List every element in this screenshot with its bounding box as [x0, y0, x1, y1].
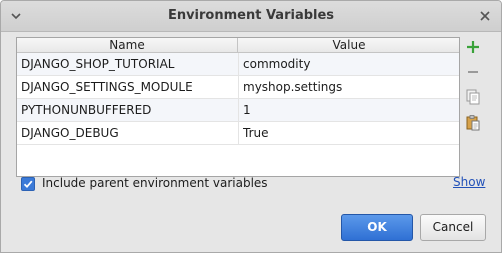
include-parent-checkbox[interactable]: [21, 177, 35, 191]
paste-button[interactable]: [464, 114, 482, 132]
row-value-cell[interactable]: True: [243, 122, 453, 144]
column-header-name[interactable]: Name: [17, 38, 238, 52]
copy-icon: [466, 89, 480, 105]
remove-icon: [468, 71, 478, 73]
env-vars-table[interactable]: Name Value DJANGO_SHOP_TUTORIAL commodit…: [16, 37, 460, 177]
checkmark-icon: [23, 180, 33, 189]
add-button[interactable]: [464, 38, 482, 56]
row-name-cell[interactable]: DJANGO_SETTINGS_MODULE: [21, 76, 235, 98]
cancel-button[interactable]: Cancel: [420, 214, 486, 241]
row-value-cell[interactable]: myshop.settings: [243, 76, 453, 98]
remove-button[interactable]: [464, 63, 482, 81]
table-header: Name Value: [17, 38, 459, 53]
row-value-cell[interactable]: commodity: [243, 53, 453, 75]
show-link[interactable]: Show: [453, 175, 485, 189]
paste-icon: [466, 115, 480, 131]
copy-button[interactable]: [464, 88, 482, 106]
row-name-cell[interactable]: DJANGO_SHOP_TUTORIAL: [21, 53, 235, 75]
add-icon: [467, 41, 479, 53]
environment-variables-dialog: Environment Variables Name Value DJANGO_…: [0, 0, 502, 253]
column-header-value[interactable]: Value: [239, 38, 459, 52]
column-divider: [238, 53, 239, 145]
row-name-cell[interactable]: PYTHONUNBUFFERED: [21, 99, 235, 121]
include-parent-label[interactable]: Include parent environment variables: [42, 176, 268, 190]
close-icon[interactable]: [478, 9, 492, 23]
row-name-cell[interactable]: DJANGO_DEBUG: [21, 122, 235, 144]
row-value-cell[interactable]: 1: [243, 99, 453, 121]
ok-button[interactable]: OK: [341, 214, 413, 241]
dialog-title: Environment Variables: [167, 8, 335, 23]
title-bar: Environment Variables: [1, 1, 501, 32]
